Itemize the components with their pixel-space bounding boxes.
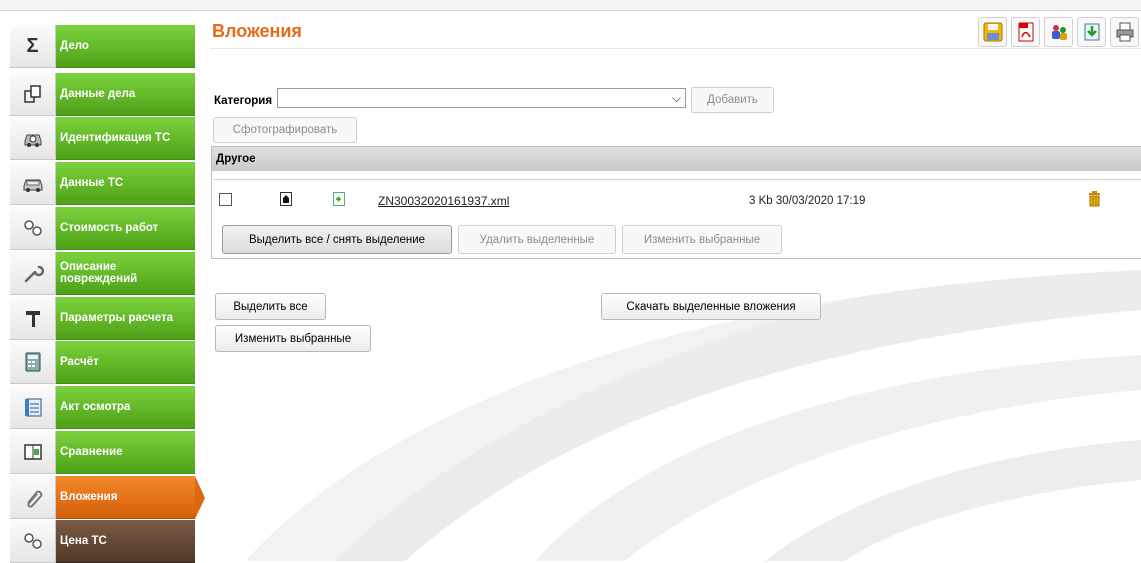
sidebar-icon-cell [10, 297, 56, 340]
sidebar-item-vehicle-identification[interactable]: Идентификация ТС [10, 117, 195, 160]
calculator-icon [25, 352, 40, 372]
select-all-button[interactable]: Выделить все [215, 293, 326, 320]
sidebar-item-calc-params[interactable]: Параметры расчета [10, 297, 195, 340]
documents-icon [23, 85, 41, 103]
top-divider [0, 10, 1141, 11]
sidebar-icon-cell [10, 162, 56, 205]
sidebar-item-label: Стоимость работ [56, 207, 195, 250]
sidebar-item-delo[interactable]: Σ Дело [10, 25, 195, 68]
page-title: Вложения [212, 21, 302, 41]
sidebar-icon-cell [10, 431, 56, 474]
file-checkbox[interactable] [219, 193, 232, 206]
sidebar-icon-cell: Σ [10, 25, 56, 68]
sidebar-icon-cell [10, 117, 56, 160]
top-strip [0, 0, 1141, 10]
sidebar-item-vehicle-price[interactable]: Цена ТС [10, 520, 195, 563]
edit-selected-bottom-button[interactable]: Изменить выбранные [215, 325, 371, 352]
sidebar-item-label: Акт осмотра [56, 386, 195, 429]
hammer-icon [25, 311, 40, 327]
print-icon [1116, 22, 1133, 42]
file-date: 30/03/2020 17:19 [775, 195, 866, 207]
print-button[interactable] [1110, 17, 1139, 47]
sidebar-icon-cell [10, 386, 56, 429]
sidebar-item-label: Расчёт [56, 341, 195, 384]
file-size: 3 Kb [749, 195, 773, 207]
header-divider [210, 48, 1141, 49]
users-add-icon [1051, 25, 1067, 40]
category-select[interactable]: ⌵ [277, 88, 686, 108]
paperclip-icon [26, 490, 42, 508]
save-button[interactable] [978, 17, 1007, 47]
sidebar: Σ Дело Данные дела Идентификация ТС Данн… [10, 25, 205, 563]
file-name-link[interactable]: ZN30032020161937.xml [378, 194, 509, 208]
sidebar-item-calculation[interactable]: Расчёт [10, 341, 195, 384]
trash-icon[interactable] [1088, 191, 1101, 207]
download-selected-button[interactable]: Скачать выделенные вложения [601, 293, 821, 320]
sigma-icon: Σ [26, 34, 39, 57]
sidebar-icon-cell [10, 207, 56, 250]
add-users-button[interactable] [1044, 17, 1073, 47]
sidebar-item-label: Идентификация ТС [56, 117, 195, 160]
car-search-icon [24, 134, 41, 147]
sidebar-item-label: Параметры расчета [56, 297, 195, 340]
sidebar-item-comparison[interactable]: Сравнение [10, 431, 195, 474]
sidebar-item-inspection-act[interactable]: Акт осмотра [10, 386, 195, 429]
sidebar-item-label: Вложения [56, 476, 195, 519]
sidebar-item-label: Данные ТС [56, 162, 195, 205]
sidebar-item-attachments[interactable]: Вложения [10, 476, 205, 519]
group-header: Другое [212, 147, 1141, 171]
sidebar-item-work-cost[interactable]: Стоимость работ [10, 207, 195, 250]
sidebar-icon-cell [10, 252, 56, 295]
download-button[interactable] [1077, 17, 1106, 47]
sidebar-icon-cell [10, 73, 56, 116]
gears-icon [23, 533, 42, 549]
sidebar-item-vehicle-data[interactable]: Данные ТС [10, 162, 195, 205]
row-divider [214, 179, 1141, 180]
wrench-icon [24, 265, 44, 283]
chevron-down-icon: ⌵ [671, 91, 681, 105]
delete-selected-button[interactable]: Удалить выделенные [458, 225, 616, 254]
sidebar-icon-cell [10, 476, 56, 519]
edit-selected-button[interactable]: Изменить выбранные [622, 225, 782, 254]
active-indicator-arrow [195, 476, 205, 519]
download-icon [1084, 23, 1099, 41]
export-pdf-button[interactable] [1011, 17, 1040, 47]
file-download-icon[interactable] [333, 192, 345, 206]
sidebar-icon-cell [10, 341, 56, 384]
compare-icon [23, 444, 42, 460]
file-preview-icon[interactable] [280, 192, 292, 206]
add-category-button[interactable]: Добавить [691, 87, 774, 113]
category-label: Категория [214, 95, 273, 107]
sidebar-item-label: Данные дела [56, 73, 195, 116]
gears-icon [23, 220, 42, 236]
car-icon [23, 179, 42, 192]
sidebar-icon-cell [10, 520, 56, 563]
sidebar-item-label: Сравнение [56, 431, 195, 474]
select-all-toggle-button[interactable]: Выделить все / снять выделение [222, 225, 452, 254]
take-photo-button[interactable]: Сфотографировать [213, 117, 357, 143]
pdf-icon [1018, 22, 1033, 42]
file-size-date: 3 Kb 30/03/2020 17:19 [749, 195, 865, 207]
save-icon [983, 22, 1002, 42]
toolbar [978, 17, 1139, 47]
sidebar-item-label: Цена ТС [56, 520, 195, 563]
checklist-icon [24, 398, 41, 417]
sidebar-item-label: Описание повреждений [56, 252, 195, 295]
sidebar-item-damage-description[interactable]: Описание повреждений [10, 252, 195, 295]
sidebar-item-label: Дело [56, 25, 195, 68]
sidebar-item-case-data[interactable]: Данные дела [10, 73, 195, 116]
